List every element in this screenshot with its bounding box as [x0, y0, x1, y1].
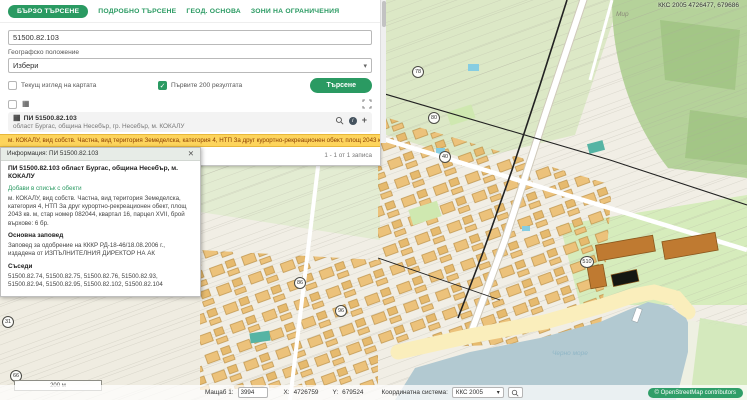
geo-position-label: Географско положение [8, 49, 372, 56]
zoom-to-result-icon[interactable] [335, 116, 344, 125]
parcel-badge: 86 [294, 277, 306, 289]
mouse-coordinates-readout: ККС 2005 4726477, 679686 [658, 2, 739, 9]
current-view-label: Текущ изглед на картата [21, 82, 96, 89]
coordinate-search-button[interactable] [508, 387, 523, 398]
order-text: Заповед за одобрение на КККР РД-18-46/18… [8, 242, 193, 259]
crs-value: ККС 2005 [456, 389, 483, 396]
result-item[interactable]: ▦ ПИ 51500.82.103 област Бургас, община … [8, 112, 372, 132]
first-200-label: Първите 200 резултата [171, 82, 242, 89]
parcel-badge: 510 [580, 256, 594, 268]
geo-select-value: Избери [13, 61, 39, 70]
crs-label: Координатна система: [381, 389, 447, 396]
search-panel: БЪРЗО ТЪРСЕНЕ ПОДРОБНО ТЪРСЕНЕ ГЕОД. ОСН… [0, 0, 381, 166]
map-area-label: Мир [616, 11, 629, 18]
select-all-checkbox[interactable] [8, 100, 17, 109]
parcel-description: м. КОКАЛУ, вид собств. Частна, вид терит… [8, 195, 193, 228]
y-value: 679524 [342, 389, 363, 396]
y-label: Y: [332, 389, 338, 396]
neighbors-heading: Съседи [8, 263, 193, 270]
scale-label: Мащаб 1: [205, 389, 234, 396]
pagination-summary: 1 - 1 от 1 записа [324, 152, 372, 159]
osm-attribution-link[interactable]: © OpenStreetMap contributors [648, 388, 743, 398]
info-panel: Информация: ПИ 51500.82.103 ✕ ПИ 51500.8… [0, 147, 201, 297]
close-icon[interactable]: ✕ [188, 150, 194, 158]
current-view-checkbox[interactable] [8, 81, 17, 90]
tab-geodetic-base[interactable]: ГЕОД. ОСНОВА [186, 8, 240, 15]
result-info-icon[interactable]: i [349, 117, 357, 125]
app-window: ККС 2005 4726477, 679686 Мир Черно море … [0, 0, 747, 400]
x-value: 4726759 [294, 389, 319, 396]
parcel-badge: 40 [439, 151, 451, 163]
parcel-badge: 80 [428, 112, 440, 124]
chevron-down-icon: ▾ [363, 62, 367, 70]
parcel-title: ПИ 51500.82.103 област Бургас, община Не… [8, 165, 193, 182]
tab-detailed-search[interactable]: ПОДРОБНО ТЪРСЕНЕ [98, 8, 176, 15]
parcel-badge: 31 [2, 316, 14, 328]
search-button[interactable]: Търсене [310, 78, 372, 93]
result-summary-row[interactable]: м. КОКАЛУ, вид собств. Частна, вид терит… [0, 134, 380, 147]
tab-quick-search[interactable]: БЪРЗО ТЪРСЕНЕ [8, 5, 88, 18]
scale-input[interactable] [238, 387, 268, 398]
status-bar: Мащаб 1: X: 4726759 Y: 679524 Координатн… [0, 385, 747, 400]
first-200-checkbox[interactable]: ✓ [158, 81, 167, 90]
quick-search-form: Географско положение Избери ▾ Текущ изгл… [0, 23, 380, 96]
parcel-icon: ▦ [13, 114, 21, 122]
x-label: X: [284, 389, 290, 396]
search-input[interactable] [8, 30, 372, 45]
info-panel-title: Информация: ПИ 51500.82.103 [7, 150, 98, 157]
fit-extent-icon[interactable] [362, 99, 372, 109]
add-to-list-link[interactable]: Добави в списък с обекти [8, 185, 193, 192]
result-location: област Бургас, община Несебър, гр. Несеб… [13, 123, 335, 130]
parcel-badge: 96 [335, 305, 347, 317]
crs-select[interactable]: ККС 2005 ▾ [452, 387, 504, 398]
geo-position-select[interactable]: Избери ▾ [8, 58, 372, 73]
parcel-badge: 78 [412, 66, 424, 78]
order-heading: Основна заповед [8, 232, 193, 239]
results-toolbar: ▦ [0, 96, 380, 111]
map-sea-label: Черно море [552, 350, 588, 357]
search-options-row: Текущ изглед на картата ✓ Първите 200 ре… [8, 78, 372, 93]
chevron-down-icon: ▾ [497, 389, 500, 396]
search-tabs: БЪРЗО ТЪРСЕНЕ ПОДРОБНО ТЪРСЕНЕ ГЕОД. ОСН… [0, 0, 380, 23]
grid-view-icon[interactable]: ▦ [22, 100, 30, 108]
neighbors-list: 51500.82.74, 51500.82.75, 51500.82.76, 5… [8, 273, 193, 290]
tab-restriction-zones[interactable]: ЗОНИ НА ОГРАНИЧЕНИЯ [251, 8, 339, 15]
result-id: ПИ 51500.82.103 [24, 115, 77, 122]
add-result-icon[interactable]: + [362, 116, 367, 125]
panel-scrollbar[interactable] [380, 0, 386, 143]
